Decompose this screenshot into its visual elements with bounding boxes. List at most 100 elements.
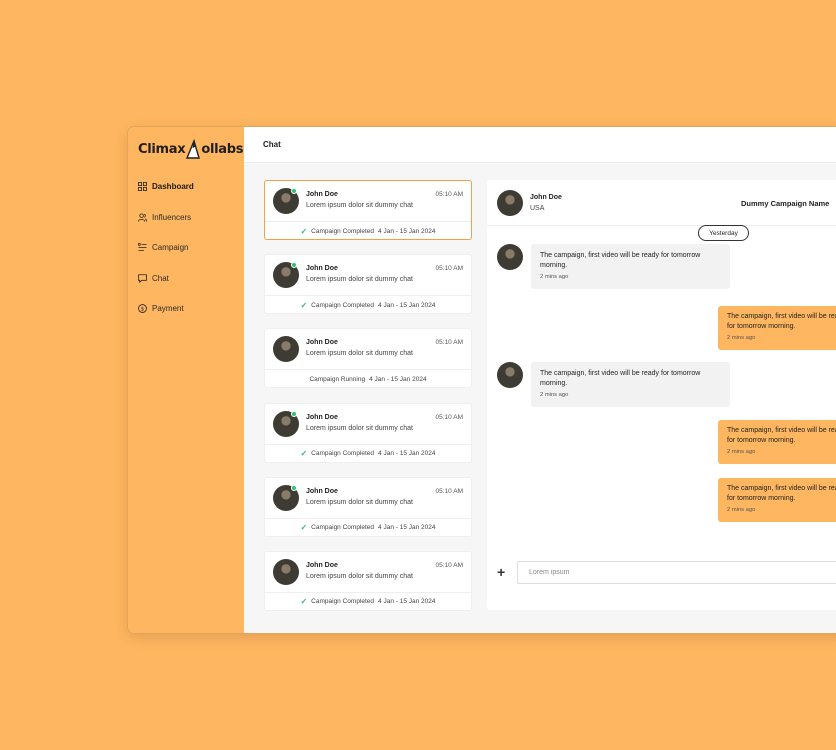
message-composer: + [487,560,836,586]
message-preview: Lorem ipsum dolor sit dummy chat [306,350,413,358]
grid-icon [138,182,147,191]
sidebar-item-label: Dashboard [152,182,194,191]
message-time: 05:10 AM [435,487,463,495]
chat-list-item[interactable]: John Doe 05:10 AM Lorem ipsum dolor sit … [264,328,472,389]
checkmark-icon: ✓ [300,449,308,459]
campaign-dates: 4 Jan - 15 Jan 2024 [369,375,427,383]
campaign-dates: 4 Jan - 15 Jan 2024 [378,524,436,532]
message-preview: Lorem ipsum dolor sit dummy chat [306,498,413,506]
main-content: Chat John Doe 05:10 AM Lorem ipsum dolor… [244,127,836,633]
online-indicator [291,188,297,194]
contact-name: John Doe [306,561,338,569]
sidebar-item-chat[interactable]: Chat [128,271,244,286]
avatar [273,558,299,585]
campaign-dates: 4 Jan - 15 Jan 2024 [378,301,436,309]
checkmark-icon: ✓ [300,300,308,310]
message-text: The campaign, first video will be ready … [540,252,701,269]
campaign-status: ✓ Campaign Completed 4 Jan - 15 Jan 2024 [265,443,471,463]
message-preview: Lorem ipsum dolor sit dummy chat [306,572,413,580]
campaign-status: ✓ Campaign Completed 4 Jan - 15 Jan 2024 [265,295,471,314]
chat-list-item[interactable]: John Doe 05:10 AM Lorem ipsum dolor sit … [264,476,472,537]
chat-list-item[interactable]: John Doe 05:10 AM Lorem ipsum dolor sit … [264,254,472,315]
campaign-dates: 4 Jan - 15 Jan 2024 [378,227,436,235]
campaign-status: ✓ Campaign Completed 4 Jan - 15 Jan 2024 [265,221,471,240]
sidebar-item-influencers[interactable]: Influencers [128,210,244,225]
message-time: 2 mins ago [727,335,756,341]
list-icon [138,243,147,252]
sidebar-item-label: Influencers [152,212,192,222]
campaign-dates: 4 Jan - 15 Jan 2024 [378,598,436,606]
message-time: 2 mins ago [540,274,569,280]
chat-list: John Doe 05:10 AM Lorem ipsum dolor sit … [264,180,472,625]
message-preview: Lorem ipsum dolor sit dummy chat [306,276,413,284]
message-time: 05:10 AM [435,191,463,198]
avatar [273,336,299,363]
message-time: 2 mins ago [540,392,569,398]
campaign-status: Campaign Running 4 Jan - 15 Jan 2024 [265,369,471,388]
users-icon [138,212,147,222]
message-outgoing: The campaign, first video will be ready … [718,478,836,522]
contact-country: USA [530,205,545,212]
message-time: 2 mins ago [727,507,756,513]
online-indicator [291,410,297,417]
mountain-c-logo-icon [186,139,201,159]
app-window: Climax ollabs Dashboard Influencers Camp… [127,126,836,634]
chat-list-item[interactable]: John Doe 05:10 AM Lorem ipsum dolor sit … [264,180,472,240]
message-preview: Lorem ipsum dolor sit dummy chat [306,424,413,432]
campaign-status-text: Campaign Completed [311,450,375,458]
message-text: The campaign, first video will be ready … [540,370,701,387]
conversation-panel: John Doe USA Dummy Campaign Name Yesterd… [487,180,836,610]
contact-name: John Doe [306,487,338,495]
message-bubble: The campaign, first video will be ready … [531,244,730,289]
message-text: The campaign, first video will be ready … [727,313,836,330]
online-indicator [291,484,297,491]
sidebar-item-label: Payment [152,304,184,313]
sidebar-item-label: Chat [152,273,169,283]
message-outgoing: The campaign, first video will be ready … [718,420,836,464]
plus-icon[interactable]: + [497,564,505,580]
message-time: 05:10 AM [435,413,463,421]
contact-name: John Doe [306,191,338,198]
logo[interactable]: Climax ollabs [128,127,244,163]
chat-list-item[interactable]: John Doe 05:10 AM Lorem ipsum dolor sit … [264,550,472,611]
sidebar-item-dashboard[interactable]: Dashboard [128,179,244,194]
chat-list-item[interactable]: John Doe 05:10 AM Lorem ipsum dolor sit … [264,402,472,463]
campaign-status: ✓ Campaign Completed 4 Jan - 15 Jan 2024 [265,591,471,611]
contact-name: John Doe [530,194,562,201]
contact-name: John Doe [306,265,338,273]
message-input[interactable] [517,561,836,584]
campaign-status: ✓ Campaign Completed 4 Jan - 15 Jan 2024 [265,517,471,537]
message-time: 05:10 AM [435,561,463,569]
avatar [497,362,523,388]
campaign-status-text: Campaign Completed [311,227,375,235]
logo-text-climax: Climax [138,141,186,157]
message-text: The campaign, first video will be ready … [727,427,836,444]
message-text: The campaign, first video will be ready … [727,485,836,502]
conversation-header: John Doe USA Dummy Campaign Name [487,180,836,226]
campaign-status-text: Campaign Completed [311,598,375,606]
campaign-status-text: Campaign Completed [311,301,375,309]
checkmark-icon: ✓ [300,523,308,533]
message-preview: Lorem ipsum dolor sit dummy chat [306,202,413,209]
campaign-dates: 4 Jan - 15 Jan 2024 [378,450,436,458]
dollar-circle-icon: $ [138,304,147,313]
message-time: 2 mins ago [727,449,756,455]
message-bubble: The campaign, first video will be ready … [531,362,730,407]
message-time: 05:10 AM [435,339,463,347]
date-separator: Yesterday [698,225,749,241]
sidebar: Climax ollabs Dashboard Influencers Camp… [128,127,244,633]
page-title: Chat [263,140,281,149]
checkmark-icon: ✓ [300,597,308,607]
sidebar-nav: Dashboard Influencers Campaign Chat $ Pa… [128,179,244,316]
sidebar-item-campaign[interactable]: Campaign [128,240,244,255]
message-time: 05:10 AM [435,265,463,273]
chat-bubble-icon [138,273,147,283]
sidebar-item-payment[interactable]: $ Payment [128,301,244,316]
avatar [497,190,523,216]
message-outgoing: The campaign, first video will be ready … [718,306,836,350]
avatar [497,244,523,270]
checkmark-icon: ✓ [300,226,308,236]
logo-text-collabs: ollabs [201,141,244,157]
sidebar-item-label: Campaign [152,243,189,252]
campaign-name: Dummy Campaign Name [741,199,830,208]
